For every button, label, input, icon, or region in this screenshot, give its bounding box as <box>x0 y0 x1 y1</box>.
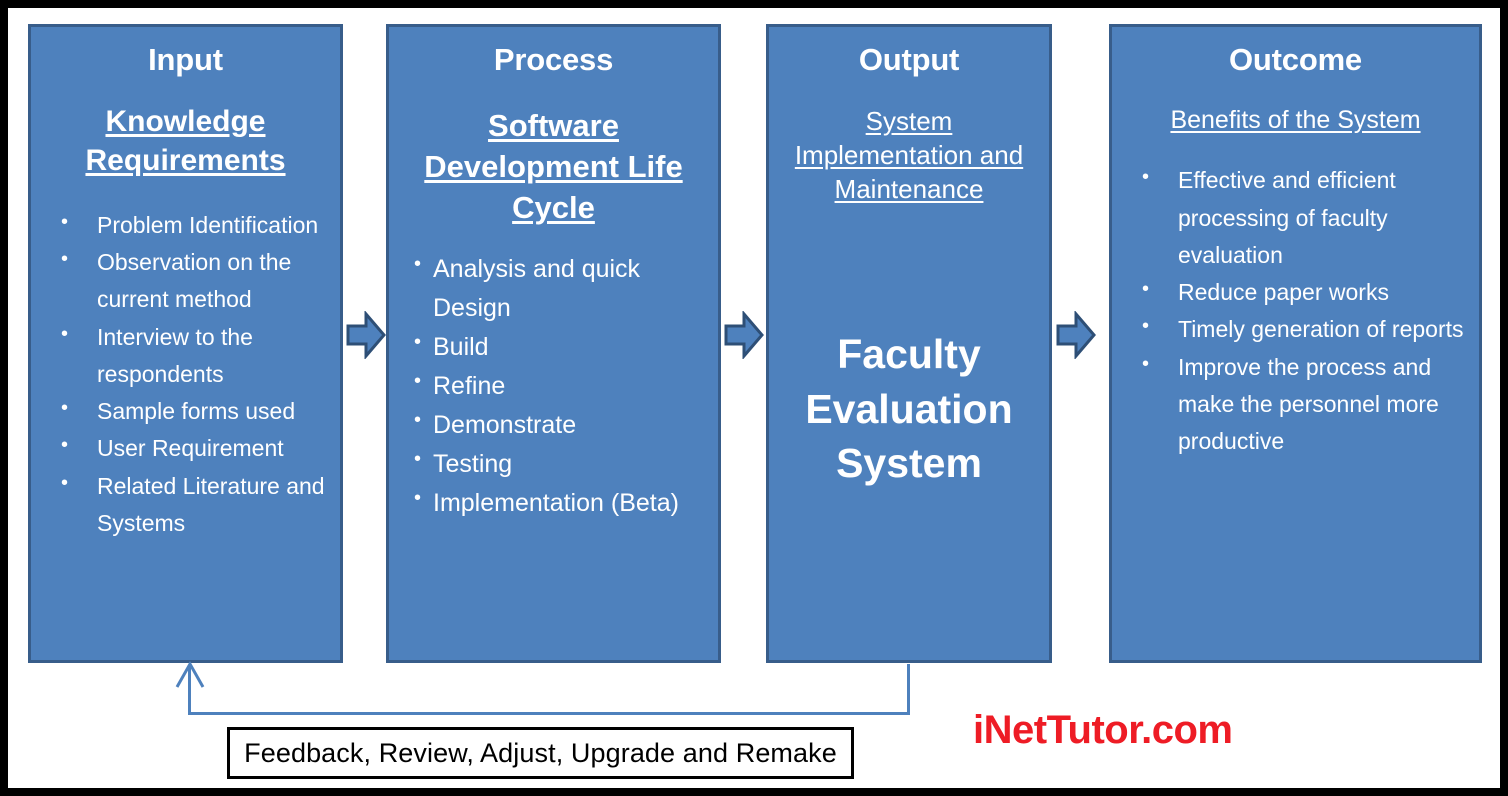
connector-input-to-process <box>346 311 386 359</box>
output-headline-wrap: Faculty Evaluation System <box>769 327 1049 491</box>
list-item: Effective and efficient processing of fa… <box>1120 161 1471 274</box>
list-item: Implementation (Beta) <box>411 483 710 523</box>
list-item: Refine <box>411 366 710 406</box>
output-headline: Faculty Evaluation System <box>805 331 1013 487</box>
feedback-label-box: Feedback, Review, Adjust, Upgrade and Re… <box>227 727 854 779</box>
stage-title-process: Process <box>493 42 614 77</box>
list-item: Problem Identification <box>39 206 332 244</box>
branding-watermark: iNetTutor.com <box>973 708 1233 752</box>
feedback-line-horizontal <box>188 712 910 715</box>
stage-subtitle-output: System Implementation and Maintenance <box>794 105 1024 205</box>
stage-title-input: Input <box>148 42 223 77</box>
list-item: Build <box>411 327 710 367</box>
stage-bullets-process: Analysis and quick Design Build Refine D… <box>397 249 710 523</box>
stage-box-input: Input Knowledge Requirements Problem Ide… <box>28 24 343 663</box>
stage-subtitle-process: Software Development Life Cycle <box>424 107 683 225</box>
stage-subtitle-outcome: Benefits of the System <box>1170 105 1421 134</box>
connector-output-to-outcome <box>1056 311 1096 359</box>
stage-bullets-outcome: Effective and efficient processing of fa… <box>1120 161 1471 461</box>
right-block-arrow-icon <box>346 311 386 359</box>
list-item: Related Literature and Systems <box>39 467 332 543</box>
list-item: Reduce paper works <box>1120 273 1471 311</box>
stage-box-output: Output System Implementation and Mainten… <box>766 24 1052 663</box>
stage-title-outcome: Outcome <box>1229 42 1362 77</box>
stage-box-process: Process Software Development Life Cycle … <box>386 24 721 663</box>
feedback-line-right-riser <box>907 664 910 715</box>
connector-process-to-output <box>724 311 764 359</box>
feedback-label: Feedback, Review, Adjust, Upgrade and Re… <box>244 737 837 768</box>
list-item: Analysis and quick Design <box>411 249 710 328</box>
list-item: Demonstrate <box>411 405 710 445</box>
list-item: Sample forms used <box>39 392 332 430</box>
list-item: Improve the process and make the personn… <box>1120 348 1471 461</box>
stage-title-output: Output <box>858 42 960 77</box>
list-item: Observation on the current method <box>39 243 332 319</box>
stage-box-outcome: Outcome Benefits of the System Effective… <box>1109 24 1482 663</box>
stage-bullets-input: Problem Identification Observation on th… <box>39 206 332 543</box>
up-arrowhead-icon <box>175 660 205 688</box>
right-block-arrow-icon <box>724 311 764 359</box>
right-block-arrow-icon <box>1056 311 1096 359</box>
list-item: Testing <box>411 444 710 484</box>
list-item: Timely generation of reports <box>1120 310 1471 348</box>
diagram-canvas: Input Knowledge Requirements Problem Ide… <box>0 0 1508 796</box>
list-item: User Requirement <box>39 429 332 467</box>
feedback-arrowhead <box>174 660 208 695</box>
list-item: Interview to the respondents <box>39 318 332 394</box>
stage-subtitle-input: Knowledge Requirements <box>85 104 286 178</box>
